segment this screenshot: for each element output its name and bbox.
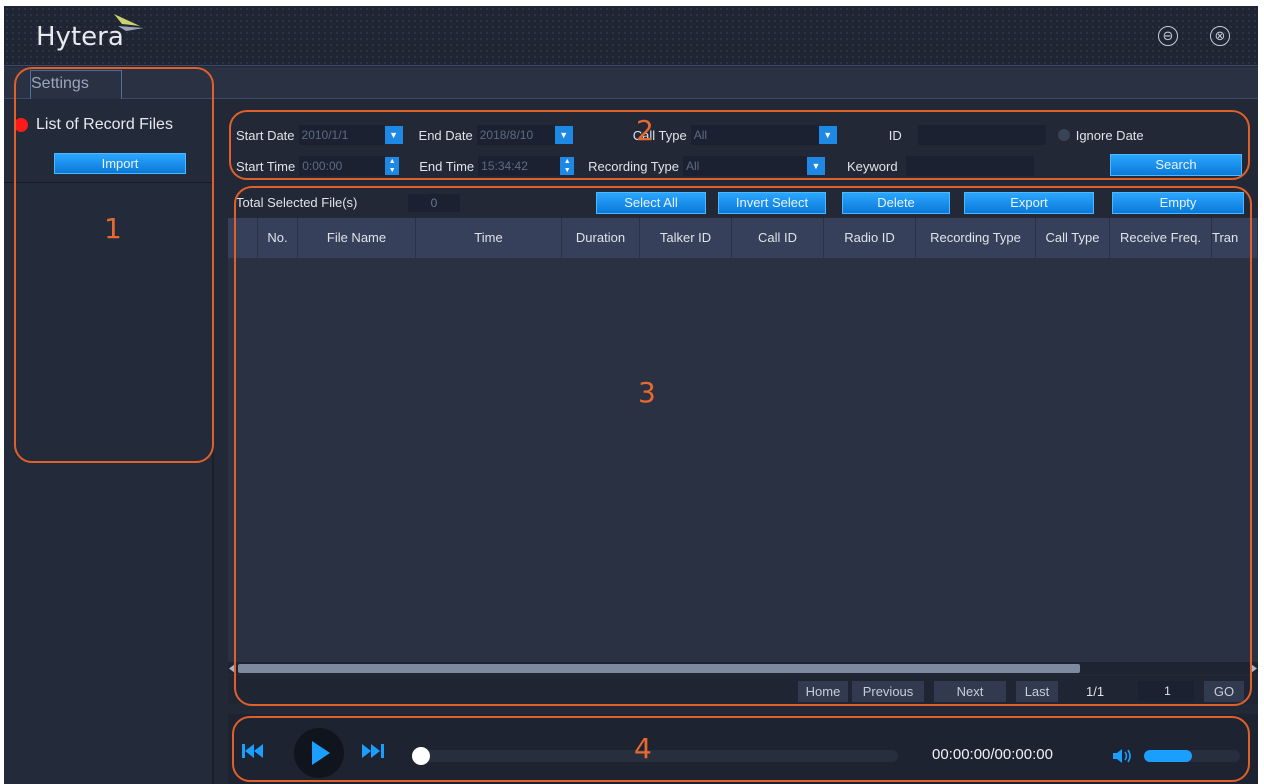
start-date-label: Start Date bbox=[236, 127, 295, 143]
next-page-button[interactable]: Next bbox=[934, 681, 1006, 702]
column-header-talker-id[interactable]: Talker ID bbox=[640, 218, 732, 258]
volume-slider[interactable] bbox=[1144, 750, 1240, 762]
keyword-label: Keyword bbox=[847, 158, 898, 174]
file-toolbar: Total Selected File(s) 0 Select All Inve… bbox=[228, 190, 1258, 216]
end-date-input[interactable]: 2018/8/10 bbox=[476, 125, 555, 145]
annotation-label-1: 1 bbox=[104, 212, 122, 245]
end-time-spinner-icon[interactable]: ▲ ▼ bbox=[560, 157, 575, 175]
id-input[interactable] bbox=[917, 125, 1046, 145]
recording-type-dropdown-icon[interactable]: ▼ bbox=[807, 157, 825, 175]
empty-button[interactable]: Empty bbox=[1112, 192, 1244, 214]
annotation-label-4: 4 bbox=[634, 732, 652, 765]
minimize-button[interactable]: ⊖ bbox=[1158, 26, 1178, 46]
app-window: Hytera ⊖ ⊗ Settings List of Record Files… bbox=[4, 6, 1258, 784]
column-header-radio-id[interactable]: Radio ID bbox=[824, 218, 916, 258]
column-header-file-name[interactable]: File Name bbox=[298, 218, 416, 258]
tab-bar: Settings bbox=[4, 67, 1258, 99]
total-selected-count: 0 bbox=[408, 194, 460, 212]
close-button[interactable]: ⊗ bbox=[1210, 26, 1230, 46]
ignore-date-option[interactable]: Ignore Date bbox=[1057, 127, 1144, 143]
column-header-tran[interactable]: Tran bbox=[1212, 218, 1258, 258]
audio-player: 00:00:00/00:00:00 bbox=[228, 714, 1258, 784]
last-page-button[interactable]: Last bbox=[1016, 681, 1058, 702]
call-type-select[interactable]: All bbox=[690, 125, 819, 145]
start-time-spinner-icon[interactable]: ▲ ▼ bbox=[385, 157, 400, 175]
play-icon bbox=[312, 741, 330, 765]
scrollbar-thumb[interactable] bbox=[238, 664, 1080, 673]
record-dot-icon bbox=[14, 118, 28, 132]
playback-progress-bar[interactable] bbox=[412, 747, 898, 765]
record-files-title: List of Record Files bbox=[36, 116, 173, 133]
column-header-call-type[interactable]: Call Type bbox=[1036, 218, 1110, 258]
column-header-call-id[interactable]: Call ID bbox=[732, 218, 824, 258]
total-selected-label: Total Selected File(s) bbox=[236, 195, 358, 210]
table-header: No. File Name Time Duration Talker ID Ca… bbox=[228, 218, 1258, 258]
go-button[interactable]: GO bbox=[1204, 681, 1244, 702]
volume-icon[interactable] bbox=[1112, 747, 1134, 765]
page-number-input[interactable]: 1 bbox=[1138, 681, 1194, 702]
filter-row-times: Start Time 0:00:00 ▲ ▼ End Time 15:34:42 … bbox=[228, 154, 1098, 178]
scroll-right-icon[interactable] bbox=[1250, 664, 1258, 673]
end-time-input[interactable]: 15:34:42 bbox=[478, 156, 561, 176]
record-files-table: No. File Name Time Duration Talker ID Ca… bbox=[228, 218, 1258, 668]
end-time-label: End Time bbox=[419, 158, 475, 174]
skip-back-icon[interactable] bbox=[242, 743, 264, 759]
ignore-date-label: Ignore Date bbox=[1075, 127, 1144, 143]
progress-knob[interactable] bbox=[412, 747, 430, 765]
previous-page-button[interactable]: Previous bbox=[852, 681, 924, 702]
sidebar: List of Record Files Import bbox=[4, 100, 214, 784]
ignore-date-radio[interactable] bbox=[1057, 129, 1070, 141]
horizontal-scrollbar[interactable] bbox=[228, 662, 1258, 674]
export-button[interactable]: Export bbox=[964, 192, 1094, 214]
start-time-input[interactable]: 0:00:00 bbox=[299, 156, 386, 176]
pagination-bar: Home Previous Next Last 1/1 1 GO bbox=[228, 676, 1258, 704]
title-bar: Hytera ⊖ ⊗ bbox=[4, 6, 1258, 66]
delete-button[interactable]: Delete bbox=[842, 192, 950, 214]
import-button[interactable]: Import bbox=[54, 153, 186, 174]
id-label: ID bbox=[888, 127, 902, 143]
column-header-no[interactable]: No. bbox=[258, 218, 298, 258]
volume-level bbox=[1144, 750, 1192, 762]
column-header-receive-freq[interactable]: Receive Freq. bbox=[1110, 218, 1212, 258]
select-all-button[interactable]: Select All bbox=[596, 192, 706, 214]
end-date-label: End Date bbox=[418, 127, 473, 143]
record-files-header[interactable]: List of Record Files bbox=[14, 116, 173, 134]
start-time-label: Start Time bbox=[236, 158, 296, 174]
start-date-dropdown-icon[interactable]: ▼ bbox=[384, 126, 403, 144]
annotation-label-3: 3 bbox=[638, 376, 656, 409]
logo-wing-icon bbox=[114, 14, 144, 31]
end-date-dropdown-icon[interactable]: ▼ bbox=[554, 126, 573, 144]
sidebar-divider bbox=[4, 182, 212, 183]
home-page-button[interactable]: Home bbox=[798, 681, 848, 702]
column-header-duration[interactable]: Duration bbox=[562, 218, 640, 258]
annotation-label-2: 2 bbox=[636, 114, 654, 147]
page-info: 1/1 bbox=[1086, 684, 1105, 699]
search-button[interactable]: Search bbox=[1110, 154, 1242, 176]
app-logo: Hytera bbox=[36, 22, 124, 52]
recording-type-label: Recording Type bbox=[588, 158, 679, 174]
playback-time: 00:00:00/00:00:00 bbox=[932, 746, 1053, 763]
skip-forward-icon[interactable] bbox=[362, 743, 384, 759]
filter-row-dates: Start Date 2010/1/1 ▼ End Date 2018/8/10… bbox=[228, 123, 1248, 147]
recording-type-select[interactable]: All bbox=[683, 156, 807, 176]
column-header-select bbox=[228, 218, 258, 258]
tab-settings[interactable]: Settings bbox=[30, 70, 122, 99]
scroll-left-icon[interactable] bbox=[228, 664, 236, 673]
keyword-input[interactable] bbox=[905, 156, 1034, 176]
column-header-recording-type[interactable]: Recording Type bbox=[916, 218, 1036, 258]
play-button[interactable] bbox=[294, 728, 344, 778]
column-header-time[interactable]: Time bbox=[416, 218, 562, 258]
call-type-dropdown-icon[interactable]: ▼ bbox=[818, 126, 837, 144]
invert-select-button[interactable]: Invert Select bbox=[718, 192, 826, 214]
start-date-input[interactable]: 2010/1/1 bbox=[298, 125, 385, 145]
